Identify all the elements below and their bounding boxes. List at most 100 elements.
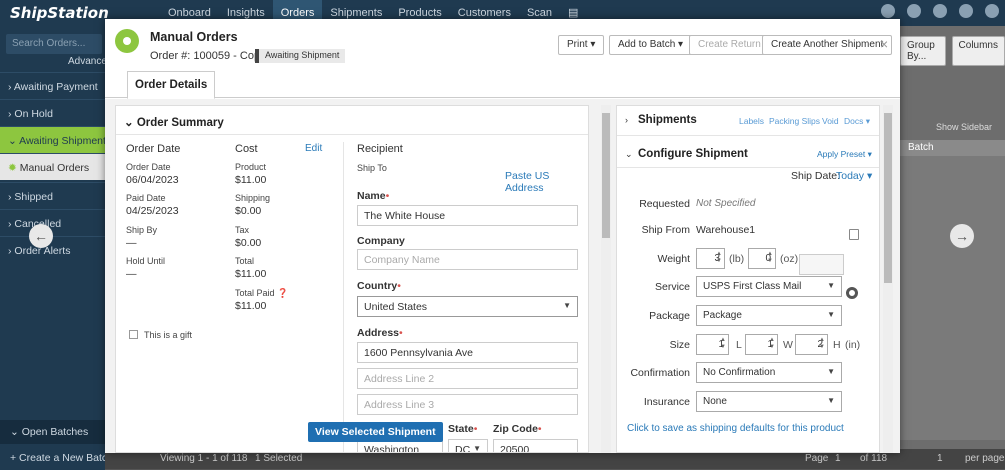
confirmation-select[interactable]: No Confirmation ▼ — [696, 362, 842, 383]
divider — [343, 142, 344, 452]
required-marker: • — [473, 423, 478, 435]
address-line1-field[interactable]: 1600 Pennsylvania Ave — [357, 342, 578, 363]
page-input[interactable]: 1 — [835, 453, 841, 464]
void-link[interactable]: Void — [822, 116, 839, 126]
sidebar-item-label: Awaiting Payment — [13, 81, 98, 93]
stepper-arrows-icon[interactable]: ▲ ▼ — [716, 251, 722, 265]
calculator-icon[interactable] — [849, 229, 859, 240]
view-selected-shipment-button[interactable]: View Selected Shipment — [308, 422, 443, 442]
left-scrollbar[interactable] — [601, 105, 611, 453]
sidebar-item-manual-orders[interactable]: ✹ Manual Orders — [0, 153, 105, 180]
labels-link[interactable]: Labels — [739, 116, 764, 126]
configure-shipment-title[interactable]: Configure Shipment — [638, 148, 748, 160]
help-icon[interactable] — [959, 4, 973, 18]
stepper-arrows-icon[interactable]: ▲ ▼ — [720, 337, 726, 351]
chevron-down-icon: ⌄ — [8, 135, 20, 147]
close-icon[interactable]: × — [880, 36, 888, 52]
ship-date-select[interactable]: Today ▾ — [836, 170, 872, 182]
company-field[interactable]: Company Name — [357, 249, 578, 270]
columns-button[interactable]: Columns — [951, 36, 1005, 66]
package-select[interactable]: Package ▼ — [696, 305, 842, 326]
open-batches-toggle[interactable]: ⌄ Open Batches — [0, 420, 105, 444]
country-label-text: Country — [357, 280, 398, 292]
state-label: State• — [448, 423, 477, 435]
docs-link[interactable]: Docs ▾ — [844, 116, 870, 127]
previous-arrow-icon[interactable]: ← — [29, 224, 53, 248]
per-page-label: per page — [965, 453, 1005, 464]
scroll-thumb[interactable] — [884, 113, 892, 283]
scroll-thumb[interactable] — [602, 113, 610, 238]
help-icon[interactable]: ❓ — [277, 288, 288, 298]
insurance-select[interactable]: None ▼ — [696, 391, 842, 412]
stepper-arrows-icon[interactable]: ▲ ▼ — [819, 337, 825, 351]
create-return-button[interactable]: Create Return — [689, 35, 770, 55]
zip-label: Zip Code• — [493, 423, 542, 435]
country-label: Country• — [357, 280, 401, 292]
size-width-stepper[interactable]: 1 ▲ ▼ — [745, 334, 778, 355]
order-summary-header[interactable]: ⌄ Order Summary — [124, 115, 224, 129]
address-line2-field[interactable]: Address Line 2 — [357, 368, 578, 389]
caret-down-icon: ▼ — [827, 396, 835, 405]
group-by-dropdown[interactable]: Group By... — [900, 36, 946, 66]
save-defaults-link[interactable]: Click to save as shipping defaults for t… — [627, 423, 844, 434]
open-batches-label: Open Batches — [21, 426, 89, 438]
right-scrollbar[interactable] — [883, 105, 893, 453]
shipments-title[interactable]: Shipments — [638, 114, 697, 126]
address-line3-field[interactable]: Address Line 3 — [357, 394, 578, 415]
app-logo[interactable]: ShipStation — [10, 4, 109, 22]
sidebar-item-on-hold[interactable]: › On Hold — [0, 99, 105, 126]
chevron-down-icon: ⌄ — [10, 426, 22, 438]
divider — [116, 134, 588, 135]
sidebar-item-shipped[interactable]: › Shipped — [0, 182, 105, 209]
add-to-batch-button[interactable]: Add to Batch ▾ — [609, 35, 693, 55]
gear-icon[interactable] — [933, 4, 947, 18]
state-label-text: State — [448, 423, 474, 435]
size-length-stepper[interactable]: 1 ▲ ▼ — [696, 334, 729, 355]
chevron-down-icon[interactable]: ⌄ — [625, 149, 633, 160]
total-label: Total — [235, 256, 255, 266]
paste-address-link[interactable]: Paste US Address — [505, 170, 588, 194]
printer-icon[interactable] — [907, 4, 921, 18]
search-input[interactable]: Search Orders... — [6, 34, 102, 54]
stepper-arrows-icon[interactable]: ▲ ▼ — [767, 251, 773, 265]
show-sidebar-toggle[interactable]: Show Sidebar — [936, 122, 992, 132]
size-height-stepper[interactable]: 2 ▲ ▼ — [795, 334, 828, 355]
country-select[interactable]: United States ▼ — [357, 296, 578, 317]
package-label: Package — [649, 310, 690, 322]
sidebar-item-awaiting-shipment[interactable]: ⌄ Awaiting Shipment — [0, 126, 106, 153]
name-field[interactable]: The White House — [357, 205, 578, 226]
create-another-shipment-button[interactable]: Create Another Shipment — [762, 35, 893, 55]
gift-checkbox[interactable] — [129, 330, 138, 339]
batch-column-header[interactable]: Batch — [900, 140, 1005, 156]
sidebar-item-order-alerts[interactable]: › Order Alerts — [0, 236, 105, 263]
print-button[interactable]: Print ▾ — [558, 35, 605, 55]
scale-lock-icon[interactable] — [799, 254, 844, 275]
apply-preset-link[interactable]: Apply Preset ▾ — [817, 149, 872, 160]
zip-field[interactable]: 20500 — [493, 439, 578, 452]
weight-oz-stepper[interactable]: 0 ▲ ▼ — [748, 248, 776, 269]
refresh-icon[interactable] — [881, 4, 895, 18]
avatar[interactable] — [985, 4, 999, 18]
caret-down-icon: ▾ — [867, 149, 872, 159]
service-select[interactable]: USPS First Class Mail ▼ — [696, 276, 842, 297]
sidebar-item-awaiting-payment[interactable]: › Awaiting Payment — [0, 72, 105, 99]
per-page-select[interactable]: 1 — [937, 453, 943, 464]
name-label: Name• — [357, 190, 389, 202]
next-arrow-icon[interactable]: → — [950, 224, 974, 248]
order-summary-title: Order Summary — [136, 117, 224, 129]
gear-icon[interactable] — [846, 287, 858, 299]
status-badge: Awaiting Shipment — [255, 49, 346, 63]
edit-cost-link[interactable]: Edit — [305, 143, 322, 154]
ship-by-label: Ship By — [126, 225, 158, 235]
chevron-right-icon[interactable]: › — [625, 115, 628, 125]
create-batch-link[interactable]: + Create a New Batch — [0, 446, 113, 470]
stepper-arrows-icon[interactable]: ▲ ▼ — [769, 337, 775, 351]
packing-slips-link[interactable]: Packing Slips — [769, 116, 820, 126]
weight-lb-stepper[interactable]: 3 ▲ ▼ — [696, 248, 725, 269]
required-marker: • — [399, 327, 403, 339]
ship-from-value[interactable]: Warehouse1 — [696, 224, 755, 236]
order-date-value: 06/04/2023 — [126, 174, 179, 186]
tab-order-details[interactable]: Order Details — [127, 71, 216, 99]
state-select[interactable]: DC ▼ — [448, 439, 488, 452]
order-number: Order #: 100059 - Copy — [150, 50, 266, 62]
